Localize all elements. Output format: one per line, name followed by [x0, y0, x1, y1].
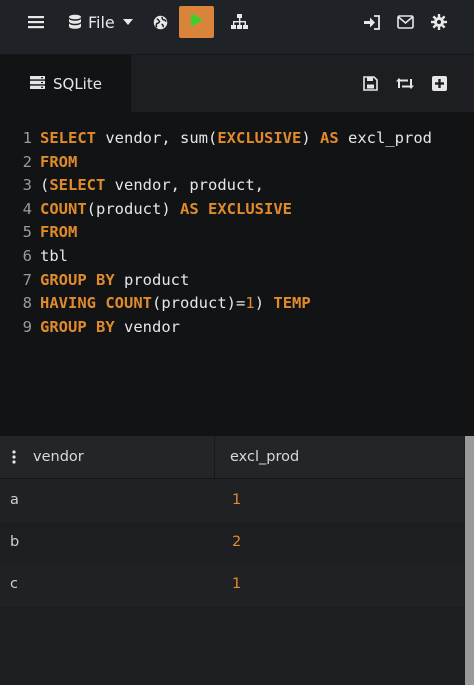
sql-token: ) [254, 294, 274, 313]
results-grid: vendor excl_prod a 1 b 2 c 1 [0, 436, 474, 685]
tab-bar: SQLite [0, 55, 474, 112]
code-line[interactable]: 9 GROUP BY vendor [0, 316, 474, 339]
line-number: 6 [22, 247, 32, 265]
code-line[interactable]: 4 COUNT(product) AS EXCLUSIVE [0, 198, 474, 221]
sql-keyword: AS [320, 129, 339, 147]
code-text: HAVING COUNT(product)=1) TEMP [40, 292, 311, 315]
sql-number: 1 [245, 294, 255, 313]
sql-keyword: AS [180, 199, 199, 218]
tab-label: SQLite [53, 74, 102, 93]
sql-keyword: BY [96, 270, 115, 289]
sql-token: vendor, sum( [96, 129, 218, 147]
vertical-dots-icon[interactable] [12, 449, 16, 468]
line-number: 9 [22, 317, 32, 336]
code-text: COUNT(product) AS EXCLUSIVE [40, 198, 292, 221]
column-header-excl-prod[interactable]: excl_prod [230, 436, 299, 478]
code-line[interactable]: 3 (SELECT vendor, product, [0, 174, 474, 197]
sql-keyword: TEMP [273, 294, 311, 313]
results-header: vendor excl_prod [0, 436, 464, 479]
sql-token: (product)= [152, 294, 246, 313]
server-icon [30, 74, 45, 93]
sql-keyword: COUNT [40, 199, 87, 218]
sql-keyword: BY [96, 317, 115, 336]
sql-keyword: EXCLUSIVE [217, 129, 302, 147]
sql-keyword: SELECT [40, 129, 96, 147]
line-number: 4 [22, 199, 32, 218]
sign-in-icon[interactable] [363, 0, 380, 44]
table-row[interactable]: b 2 [0, 521, 464, 564]
column-header-vendor[interactable]: vendor [33, 436, 84, 478]
code-line[interactable]: 5 FROM [0, 221, 474, 244]
sql-token: product [114, 270, 190, 289]
play-icon [190, 12, 204, 32]
code-text: GROUP BY product [40, 269, 189, 292]
code-text: (SELECT vendor, product, [40, 174, 264, 197]
hamburger-icon[interactable] [26, 0, 46, 44]
code-line[interactable]: 7 GROUP BY product [0, 269, 474, 292]
code-text: FROM [40, 151, 77, 174]
line-number: 2 [22, 152, 32, 171]
code-text: FROM [40, 221, 77, 244]
sql-token: vendor [114, 317, 181, 336]
line-number: 3 [22, 176, 32, 195]
sql-token: tbl [40, 247, 68, 265]
database-icon [68, 14, 82, 30]
tab-sqlite[interactable]: SQLite [0, 55, 131, 112]
sql-editor[interactable]: 1 SELECT vendor, sum(EXCLUSIVE) AS excl_p… [0, 112, 474, 436]
sql-keyword: GROUP [40, 270, 87, 289]
table-row[interactable]: c 1 [0, 563, 464, 606]
cell-excl-prod: 2 [232, 534, 242, 550]
cell-vendor: b [10, 534, 20, 550]
cell-excl-prod: 1 [232, 576, 242, 592]
sitemap-icon[interactable] [230, 0, 248, 44]
caret-down-icon [122, 19, 133, 25]
line-number: 5 [22, 223, 32, 242]
plus-square-icon[interactable] [431, 61, 447, 105]
sql-keyword: COUNT [105, 294, 153, 313]
code-line[interactable]: 8 HAVING COUNT(product)=1) TEMP [0, 292, 474, 315]
table-row[interactable]: a 1 [0, 479, 464, 522]
sql-token: ( [40, 176, 50, 195]
retweet-icon[interactable] [395, 61, 414, 105]
code-text: SELECT vendor, sum(EXCLUSIVE) AS excl_pr… [40, 127, 432, 150]
run-button[interactable] [179, 6, 214, 38]
line-number: 8 [22, 294, 32, 313]
gear-icon[interactable] [430, 0, 447, 44]
sql-keyword: FROM [40, 152, 78, 171]
cell-excl-prod: 1 [232, 492, 242, 508]
sql-keyword: HAVING [40, 294, 96, 313]
column-divider[interactable] [214, 436, 215, 478]
globe-icon[interactable] [152, 0, 168, 44]
cell-vendor: c [10, 576, 18, 592]
sql-keyword: GROUP [40, 317, 87, 336]
file-menu-button[interactable]: File [68, 0, 133, 44]
code-text: GROUP BY vendor [40, 316, 180, 339]
save-icon[interactable] [362, 61, 378, 105]
top-toolbar: File [0, 0, 474, 55]
sql-token: ) [301, 129, 320, 147]
code-line[interactable]: 1 SELECT vendor, sum(EXCLUSIVE) AS excl_p… [0, 127, 474, 150]
cell-vendor: a [10, 492, 19, 508]
code-text: tbl [40, 245, 68, 268]
line-number: 7 [22, 270, 32, 289]
sql-keyword: FROM [40, 223, 78, 242]
line-number: 1 [22, 129, 32, 147]
sql-keyword: EXCLUSIVE [208, 199, 293, 218]
code-line[interactable]: 2 FROM [0, 151, 474, 174]
file-menu-label: File [88, 12, 115, 32]
sql-token: excl_prod [338, 129, 432, 147]
code-line[interactable]: 6 tbl [0, 245, 474, 268]
sql-token: vendor, product, [105, 176, 264, 195]
sql-keyword: SELECT [49, 176, 106, 195]
results-scrollbar[interactable] [465, 436, 474, 685]
envelope-icon[interactable] [396, 0, 414, 44]
sql-token: (product) [86, 199, 180, 218]
